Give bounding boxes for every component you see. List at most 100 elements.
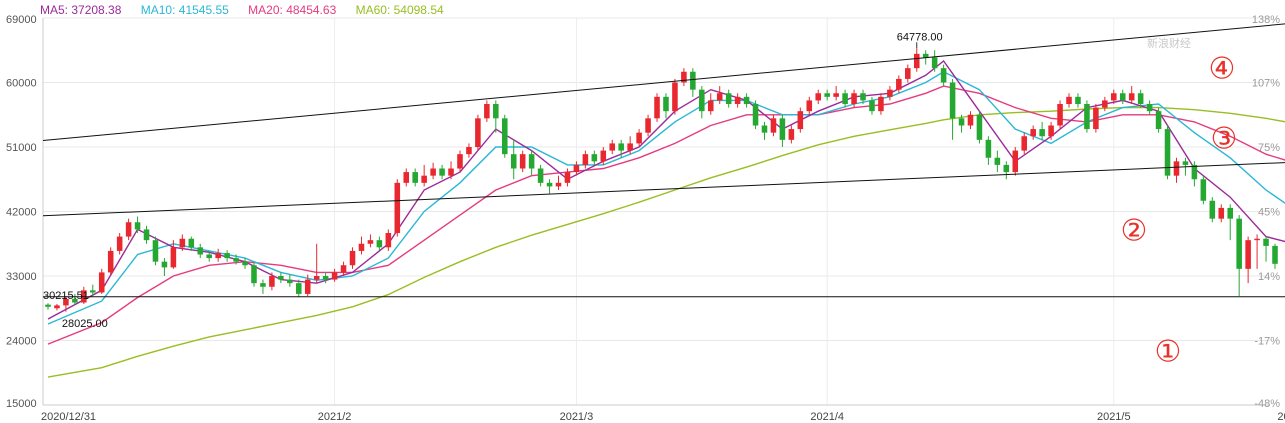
candle <box>654 93 660 122</box>
candle-body <box>1128 93 1135 101</box>
candle <box>833 86 839 101</box>
candle-body <box>1209 200 1216 219</box>
candle <box>260 279 266 294</box>
candle <box>152 236 159 266</box>
candle-body <box>905 68 911 79</box>
y-tick-label: 69000 <box>6 14 37 26</box>
right-tick-label: 45% <box>1258 207 1280 219</box>
kline-chart[interactable]: 69000 138% 60000 107% 51000 75% 42000 45% 33000 1… <box>0 0 1285 423</box>
candle <box>1066 93 1072 108</box>
candle-body <box>654 96 660 119</box>
candle-body <box>1191 164 1198 180</box>
candle-body <box>376 240 383 248</box>
candles[interactable] <box>45 48 1278 312</box>
candle-body <box>1182 161 1189 165</box>
y-tick-label: 33000 <box>6 271 37 283</box>
candle <box>466 143 472 158</box>
candle-body <box>107 250 114 273</box>
candle-body <box>1048 125 1054 137</box>
candle <box>313 243 320 284</box>
candle-body <box>304 279 311 294</box>
candle <box>788 125 795 144</box>
candle-body <box>125 222 132 237</box>
x-tick-label: 2021/5 <box>1097 411 1131 423</box>
candle-body <box>896 78 902 90</box>
candle-body <box>824 93 830 97</box>
candle-body <box>475 118 481 147</box>
candle-body <box>743 96 750 104</box>
right-tick-label: 75% <box>1258 142 1280 154</box>
candle <box>1218 204 1225 223</box>
candle-body <box>591 154 598 162</box>
candle-body <box>170 247 177 268</box>
candle <box>707 93 714 115</box>
candle <box>779 114 786 147</box>
candle <box>716 86 723 104</box>
candle <box>107 247 114 275</box>
candle-body <box>582 154 589 165</box>
candle-body <box>466 147 472 155</box>
candle-body <box>322 276 329 280</box>
candle <box>143 225 150 244</box>
candle-body <box>206 254 212 259</box>
axis-labels: 69000 138% 60000 107% 51000 75% 42000 45% 33000 1… <box>6 14 1285 423</box>
candle <box>1012 147 1019 176</box>
candle <box>1039 121 1045 140</box>
x-tick-label: 2021/4 <box>810 411 844 423</box>
y-tick-label: 15000 <box>6 398 37 410</box>
candle-body <box>358 243 365 251</box>
candle-body <box>627 143 633 151</box>
candle-body <box>985 139 992 158</box>
candle <box>116 233 123 255</box>
candle <box>985 136 992 165</box>
candle <box>484 100 490 122</box>
candle-body <box>1093 107 1099 130</box>
candle-body <box>528 154 535 169</box>
candle <box>645 114 651 137</box>
candle-body <box>287 279 293 284</box>
candle-body <box>967 114 974 126</box>
y-tick-label: 51000 <box>6 142 37 154</box>
candle-body <box>1057 104 1063 126</box>
candle-body <box>690 71 696 90</box>
candle <box>439 164 445 180</box>
candle-body <box>940 68 947 83</box>
candle-body <box>1263 238 1269 246</box>
candle-body <box>707 100 714 112</box>
candle <box>994 150 1001 173</box>
candle-body <box>457 154 463 169</box>
candle <box>430 162 436 180</box>
candle <box>663 93 669 119</box>
candle-body <box>663 96 669 112</box>
candle-body <box>1254 238 1260 241</box>
candle <box>188 236 195 251</box>
candle-body <box>609 143 616 151</box>
candle-body <box>394 182 401 233</box>
candle-body <box>869 100 875 112</box>
candle <box>887 86 893 101</box>
candle-body <box>484 104 490 119</box>
candle-body <box>242 261 248 266</box>
candle <box>197 243 204 259</box>
candle-body <box>134 222 141 230</box>
region-label: ① <box>1155 335 1182 370</box>
candle <box>528 150 535 176</box>
candle <box>725 89 732 108</box>
candle-body <box>493 104 499 119</box>
candle-body <box>958 118 965 126</box>
candle <box>331 268 338 282</box>
y-tick-label: 60000 <box>6 78 37 90</box>
candle-body <box>1137 93 1144 104</box>
candle-body <box>636 132 642 144</box>
candle-body <box>994 157 1001 165</box>
candle <box>743 93 750 108</box>
candle <box>564 168 571 187</box>
candle-body <box>331 272 338 280</box>
candle-body <box>215 253 221 259</box>
candle <box>45 303 51 310</box>
candle-body <box>1039 129 1045 137</box>
candle <box>1227 204 1233 241</box>
candle-body <box>1012 150 1019 173</box>
candle <box>591 150 598 165</box>
candle-body <box>54 305 60 309</box>
